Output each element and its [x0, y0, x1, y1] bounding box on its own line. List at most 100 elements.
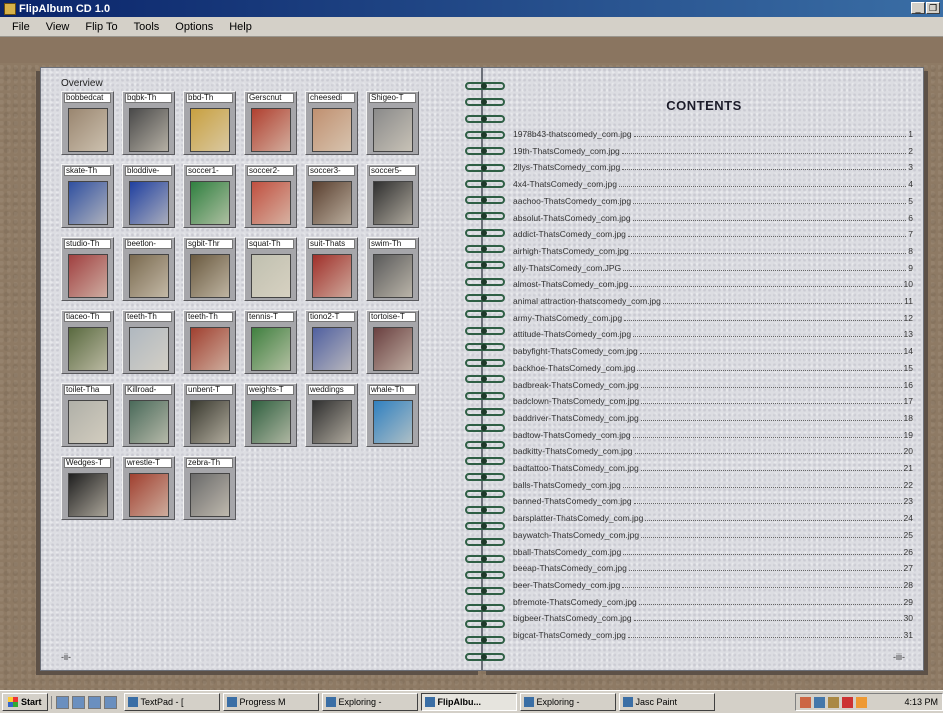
taskbar-button[interactable]: Progress M: [222, 693, 319, 711]
thumbnail[interactable]: bbd-Th: [183, 91, 236, 155]
contents-entry[interactable]: beeap-ThatsComedy_com.jpg 27: [513, 560, 913, 573]
channels-icon[interactable]: [87, 695, 101, 709]
contents-entry[interactable]: aachoo-ThatsComedy_com.jpg 5: [513, 193, 913, 206]
thumbnail[interactable]: weights-T: [244, 383, 297, 447]
tray-icon[interactable]: [828, 696, 839, 708]
contents-entry[interactable]: 4x4-ThatsComedy_com.jpg 4: [513, 176, 913, 189]
thumbnail[interactable]: soccer3-: [305, 164, 358, 228]
contents-entry[interactable]: badkitty-ThatsComedy_com.jpg 20: [513, 443, 913, 456]
menu-file[interactable]: File: [4, 21, 38, 33]
tray-icon[interactable]: [814, 696, 825, 708]
contents-entry[interactable]: almost-ThatsComedy_com.jpg 10: [513, 276, 913, 289]
thumbnail[interactable]: studio-Th: [61, 237, 114, 301]
tray-icon[interactable]: [842, 696, 853, 708]
minimize-icon[interactable]: _: [911, 2, 925, 14]
thumbnail-image: [129, 108, 169, 152]
taskbar-button-label: Progress M: [239, 697, 286, 707]
contents-entry[interactable]: badtattoo-ThatsComedy_com.jpg 21: [513, 460, 913, 473]
thumbnail[interactable]: bloddive-: [122, 164, 175, 228]
contents-entry[interactable]: barsplatter-ThatsComedy_com.jpg 24: [513, 510, 913, 523]
thumbnail[interactable]: wrestle-T: [122, 456, 175, 520]
menu-view[interactable]: View: [38, 21, 78, 33]
contents-entry[interactable]: badtow-ThatsComedy_com.jpg 19: [513, 427, 913, 440]
contents-entry[interactable]: bball-ThatsComedy_com.jpg 26: [513, 544, 913, 557]
thumbnail[interactable]: soccer1-: [183, 164, 236, 228]
taskbar-button[interactable]: TextPad - [: [123, 693, 220, 711]
contents-entry[interactable]: backhoe-ThatsComedy_com.jpg 15: [513, 360, 913, 373]
thumbnail[interactable]: squat-Th: [244, 237, 297, 301]
thumbnail-label: swim-Th: [369, 239, 416, 249]
restore-icon[interactable]: ❐: [926, 2, 940, 14]
thumbnail[interactable]: teeth-Th: [183, 310, 236, 374]
contents-entry[interactable]: bigcat-ThatsComedy_com.jpg 31: [513, 627, 913, 640]
ring-hole: [481, 441, 487, 448]
menu-tools[interactable]: Tools: [126, 21, 168, 33]
contents-entry[interactable]: baywatch-ThatsComedy_com.jpg 25: [513, 527, 913, 540]
contents-entry[interactable]: balls-ThatsComedy_com.jpg 22: [513, 477, 913, 490]
contents-page[interactable]: CONTENTS 1978b43-thatscomedy_com.jpg 1 19t…: [482, 67, 924, 671]
thumbnail[interactable]: weddings: [305, 383, 358, 447]
contents-entry[interactable]: addict-ThatsComedy_com.jpg 7: [513, 226, 913, 239]
contents-entry[interactable]: bfremote-ThatsComedy_com.jpg 29: [513, 594, 913, 607]
contents-entry[interactable]: banned-ThatsComedy_com.jpg 23: [513, 493, 913, 506]
start-button[interactable]: Start: [2, 693, 48, 711]
thumbnail[interactable]: beetlon-: [122, 237, 175, 301]
thumbnail-image: [312, 254, 352, 298]
thumbnail[interactable]: Shigeo-T: [366, 91, 419, 155]
contents-entry[interactable]: 1978b43-thatscomedy_com.jpg 1: [513, 126, 913, 139]
thumbnail[interactable]: bqbk-Th: [122, 91, 175, 155]
thumbnail[interactable]: cheesedi: [305, 91, 358, 155]
thumbnail[interactable]: teeth-Th: [122, 310, 175, 374]
taskbar-button[interactable]: Exploring -: [321, 693, 418, 711]
thumbnail[interactable]: suit-Thats: [305, 237, 358, 301]
contents-entry[interactable]: badbreak-ThatsComedy_com.jpg 16: [513, 377, 913, 390]
contents-entry[interactable]: army-ThatsComedy_com.jpg 12: [513, 310, 913, 323]
thumbnail[interactable]: tortoise-T: [366, 310, 419, 374]
thumbnail[interactable]: sgbit-Thr: [183, 237, 236, 301]
contents-entry[interactable]: airhigh-ThatsComedy_com.jpg 8: [513, 243, 913, 256]
thumbnail-label: bloddive-: [125, 166, 172, 176]
overview-page[interactable]: Overview bobbedcat bqbk-Th bbd-Th Gerscnut c…: [40, 67, 482, 671]
taskbar-button[interactable]: Jasc Paint: [618, 693, 715, 711]
thumbnail[interactable]: skate-Th: [61, 164, 114, 228]
spiral-ring: [465, 195, 505, 205]
entry-page-number: 11: [904, 296, 913, 306]
thumbnail[interactable]: zebra-Th: [183, 456, 236, 520]
contents-entry[interactable]: baddriver-ThatsComedy_com.jpg 18: [513, 410, 913, 423]
contents-entry[interactable]: absolut-ThatsComedy_com.jpg 6: [513, 210, 913, 223]
contents-entry[interactable]: badclown-ThatsComedy_com.jpg 17: [513, 393, 913, 406]
menu-options[interactable]: Options: [167, 21, 221, 33]
thumbnail[interactable]: soccer2-: [244, 164, 297, 228]
contents-entry[interactable]: attitude-ThatsComedy_com.jpg 13: [513, 326, 913, 339]
thumbnail[interactable]: bobbedcat: [61, 91, 114, 155]
taskbar-button[interactable]: FlipAlbu...: [420, 693, 517, 711]
thumbnail[interactable]: unbent-T: [183, 383, 236, 447]
app-icon: [622, 697, 633, 707]
contents-entry[interactable]: babyfight-ThatsComedy_com.jpg 14: [513, 343, 913, 356]
contents-entry[interactable]: bigbeer-ThatsComedy_com.jpg 30: [513, 610, 913, 623]
browser-icon[interactable]: [71, 695, 85, 709]
thumbnail[interactable]: tennis-T: [244, 310, 297, 374]
desktop-icon[interactable]: [55, 695, 69, 709]
contents-entry[interactable]: beer-ThatsComedy_com.jpg 28: [513, 577, 913, 590]
thumbnail[interactable]: whale-Th: [366, 383, 419, 447]
thumbnail[interactable]: Gerscnut: [244, 91, 297, 155]
leader-dots: [623, 553, 902, 555]
thumbnail[interactable]: tiaceo-Th: [61, 310, 114, 374]
thumbnail[interactable]: soccer5-: [366, 164, 419, 228]
contents-entry[interactable]: 2llys-ThatsComedy_com.jpg 3: [513, 159, 913, 172]
contents-entry[interactable]: 19th-ThatsComedy_com.jpg 2: [513, 143, 913, 156]
taskbar-button[interactable]: Exploring -: [519, 693, 616, 711]
contents-entry[interactable]: ally-ThatsComedy_com.JPG 9: [513, 260, 913, 273]
thumbnail[interactable]: Wedges-T: [61, 456, 114, 520]
thumbnail[interactable]: toilet-Tha: [61, 383, 114, 447]
menu-help[interactable]: Help: [221, 21, 260, 33]
thumbnail[interactable]: Killroad-: [122, 383, 175, 447]
thumbnail[interactable]: tiono2-T: [305, 310, 358, 374]
thumbnail[interactable]: swim-Th: [366, 237, 419, 301]
contents-entry[interactable]: animal attraction-thatscomedy_com.jpg 11: [513, 293, 913, 306]
menu-flip-to[interactable]: Flip To: [77, 21, 125, 33]
outlook-icon[interactable]: [103, 695, 117, 709]
tray-icon[interactable]: [800, 696, 811, 708]
tray-icon[interactable]: [856, 696, 867, 708]
